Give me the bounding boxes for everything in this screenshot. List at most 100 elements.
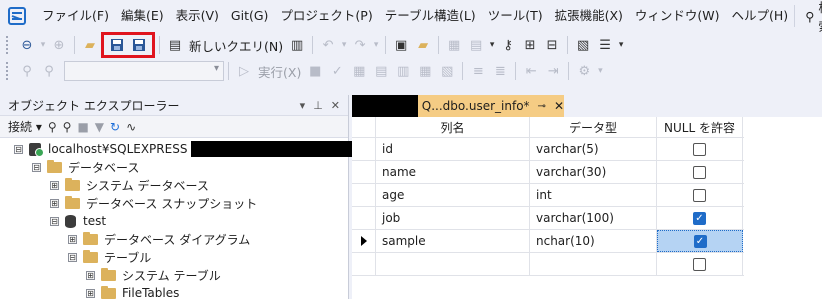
row-selector[interactable]: [352, 184, 376, 206]
menu-tools[interactable]: ツール(T): [482, 0, 549, 32]
table-row[interactable]: id varchar(5): [352, 138, 744, 161]
expand-icon[interactable]: ⊞: [50, 180, 59, 190]
table-row[interactable]: age int: [352, 184, 744, 207]
panel-dropdown-icon[interactable]: ▾: [300, 99, 306, 112]
undo-dropdown-icon[interactable]: ▾: [339, 34, 349, 56]
data-type-cell[interactable]: varchar(30): [530, 161, 657, 183]
data-type-cell[interactable]: [530, 253, 657, 275]
menu-extensions[interactable]: 拡張機能(X): [549, 0, 629, 32]
image-icon[interactable]: ▣: [390, 34, 412, 56]
tree-node-tables[interactable]: ⊟ テーブル: [68, 248, 151, 266]
save-icon[interactable]: [106, 34, 128, 56]
new-query-icon[interactable]: ▤: [164, 34, 186, 56]
search-button[interactable]: ⚲ 検索: [794, 0, 822, 34]
tree-node-database-snapshots[interactable]: ⊞ データベース スナップショット: [50, 194, 257, 212]
allow-null-checkbox[interactable]: [693, 142, 706, 156]
tree-node-filetables[interactable]: ⊞ FileTables: [86, 284, 179, 299]
data-type-cell[interactable]: nchar(10): [530, 230, 657, 252]
table-row[interactable]: sample nchar(10) ✓: [352, 230, 744, 253]
results-grid-icon[interactable]: ▦: [414, 60, 436, 82]
table-row[interactable]: job varchar(100) ✓: [352, 207, 744, 230]
redo-dropdown-icon[interactable]: ▾: [371, 34, 381, 56]
redo-icon[interactable]: ↷: [349, 34, 371, 56]
collapse-icon[interactable]: ⊟: [68, 252, 77, 262]
menu-window[interactable]: ウィンドウ(W): [629, 0, 726, 32]
expand-icon[interactable]: ⊞: [50, 198, 59, 208]
row-selector[interactable]: [352, 253, 376, 275]
undo-icon[interactable]: ↶: [317, 34, 339, 56]
column-name-cell[interactable]: age: [376, 184, 530, 206]
menu-project[interactable]: プロジェクト(P): [274, 0, 378, 32]
activity-monitor-icon[interactable]: ∿: [126, 120, 136, 134]
connect-icon[interactable]: ⚲: [16, 60, 38, 82]
data-type-cell[interactable]: int: [530, 184, 657, 206]
menu-file[interactable]: ファイル(F): [36, 0, 115, 32]
cancel-query-icon[interactable]: ■: [304, 60, 326, 82]
connect-button[interactable]: 接続 ▾: [8, 118, 42, 135]
tree-node-test-database[interactable]: ⊟ test: [50, 212, 106, 230]
expand-icon[interactable]: ⊞: [86, 288, 95, 298]
new-query-button[interactable]: 新しいクエリ(N): [186, 36, 286, 55]
uncomment-icon[interactable]: ≣: [489, 60, 511, 82]
row-selector[interactable]: [352, 207, 376, 229]
close-icon[interactable]: ✕: [331, 99, 340, 112]
menu-table-designer[interactable]: テーブル構造(L): [379, 0, 482, 32]
menu-edit[interactable]: 編集(E): [115, 0, 170, 32]
allow-null-cell[interactable]: [657, 138, 743, 160]
data-type-cell[interactable]: varchar(5): [530, 138, 657, 160]
tree-node-server[interactable]: ⊟ localhost¥SQLEXPRESS: [14, 140, 366, 158]
stop-icon[interactable]: ■: [77, 120, 88, 134]
column-name-cell[interactable]: id: [376, 138, 530, 160]
tree-node-system-databases[interactable]: ⊞ システム データベース: [50, 176, 209, 194]
database-combo[interactable]: [64, 61, 224, 81]
table-row[interactable]: name varchar(30): [352, 161, 744, 184]
row-selector[interactable]: [352, 161, 376, 183]
execute-button[interactable]: 実行(X): [255, 62, 304, 81]
results-text-icon[interactable]: ▥: [392, 60, 414, 82]
decrease-indent-icon[interactable]: ⇤: [520, 60, 542, 82]
generate-script-icon[interactable]: ▧: [572, 34, 594, 56]
allow-null-cell[interactable]: [657, 253, 743, 275]
allow-null-checkbox[interactable]: [693, 165, 706, 179]
disconnect-icon[interactable]: ⚲: [38, 60, 60, 82]
allow-null-checkbox[interactable]: ✓: [693, 211, 706, 225]
collapse-icon[interactable]: ⊟: [50, 216, 59, 226]
column-name-cell[interactable]: name: [376, 161, 530, 183]
menu-git[interactable]: Git(G): [225, 0, 275, 32]
menu-help[interactable]: ヘルプ(H): [726, 0, 795, 32]
expand-icon[interactable]: ⊞: [68, 234, 77, 244]
allow-null-checkbox[interactable]: ✓: [693, 234, 707, 248]
toolbar2-options-icon[interactable]: ▾: [595, 60, 605, 82]
open-folder-icon[interactable]: ▰: [79, 34, 101, 56]
allow-null-checkbox[interactable]: [693, 188, 706, 202]
allow-null-checkbox[interactable]: [693, 257, 706, 271]
table-row[interactable]: [352, 253, 744, 276]
row-selector[interactable]: [352, 138, 376, 160]
pin-icon[interactable]: ⊥: [313, 99, 323, 112]
execute-icon[interactable]: ▷: [233, 60, 255, 82]
allow-null-cell[interactable]: ✓: [657, 207, 743, 229]
tree-node-databases[interactable]: ⊟ データベース: [32, 158, 139, 176]
tree-node-database-diagrams[interactable]: ⊞ データベース ダイアグラム: [68, 230, 250, 248]
tab-table-designer[interactable]: Q...dbo.user_info* ⊸ ✕: [352, 95, 564, 117]
close-icon[interactable]: ✕: [554, 99, 564, 113]
increase-indent-icon[interactable]: ⇥: [542, 60, 564, 82]
indexes-icon[interactable]: ⊟: [541, 34, 563, 56]
save-all-icon[interactable]: [128, 34, 150, 56]
refresh-icon[interactable]: ↻: [110, 120, 120, 134]
column-name-cell[interactable]: sample: [376, 230, 530, 252]
pin-icon[interactable]: ⊸: [538, 101, 546, 112]
connect-plug-icon[interactable]: ⚲: [48, 120, 57, 134]
collapse-icon[interactable]: ⊟: [14, 144, 23, 154]
parse-icon[interactable]: ✓: [326, 60, 348, 82]
grid-icon[interactable]: ▦: [443, 34, 465, 56]
key-icon[interactable]: ⚷: [497, 34, 519, 56]
toolbar-grip[interactable]: [6, 36, 10, 54]
properties-icon[interactable]: ☰: [594, 34, 616, 56]
tree-node-system-tables[interactable]: ⊞ システム テーブル: [86, 266, 221, 284]
menu-view[interactable]: 表示(V): [170, 0, 225, 32]
relationships-icon[interactable]: ⊞: [519, 34, 541, 56]
query-designer-icon[interactable]: ▤: [370, 60, 392, 82]
comment-icon[interactable]: ≡: [467, 60, 489, 82]
query-options-icon[interactable]: ▥: [286, 34, 308, 56]
